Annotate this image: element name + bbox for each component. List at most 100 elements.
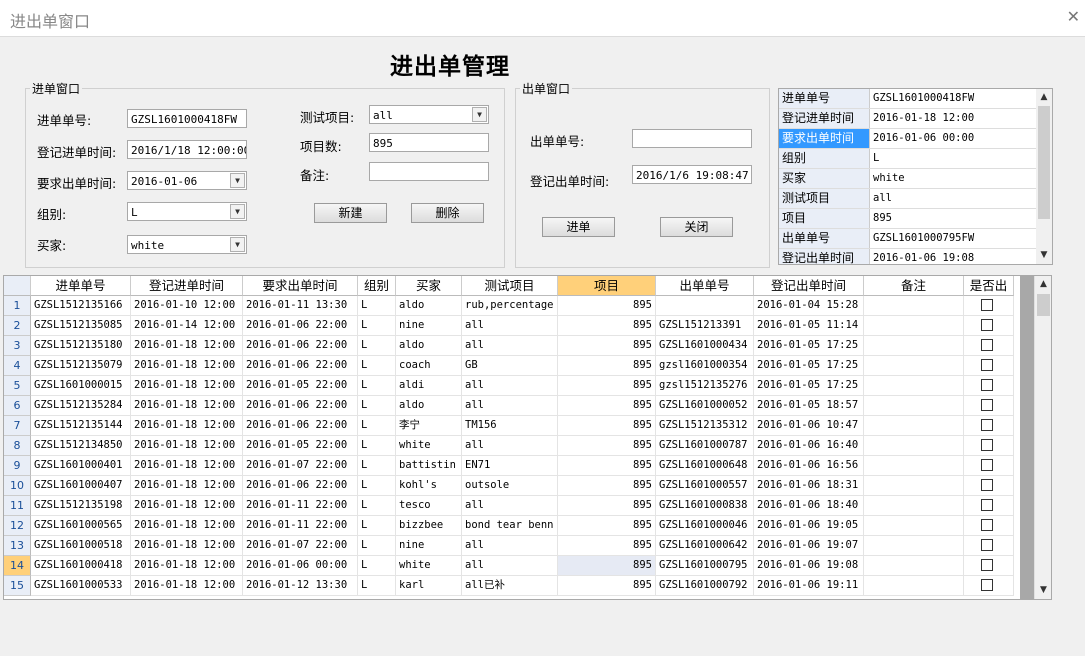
- table-cell[interactable]: gzsl1601000354: [656, 356, 754, 376]
- table-cell[interactable]: 2016-01-18 12:00: [131, 436, 243, 456]
- table-cell[interactable]: 2016-01-10 12:00: [131, 296, 243, 316]
- table-cell[interactable]: 2016-01-05 17:25: [754, 376, 864, 396]
- row-header[interactable]: 12: [4, 516, 31, 536]
- table-cell[interactable]: GZSL1601000418: [31, 556, 131, 576]
- table-cell[interactable]: [964, 496, 1014, 516]
- table-cell[interactable]: [964, 536, 1014, 556]
- reg-time-input[interactable]: 2016/1/18 12:00:00: [127, 140, 247, 159]
- table-cell[interactable]: GZSL1601000434: [656, 336, 754, 356]
- table-cell[interactable]: [964, 336, 1014, 356]
- chevron-down-icon[interactable]: ▼: [1036, 247, 1052, 264]
- table-cell[interactable]: 2016-01-18 12:00: [131, 576, 243, 596]
- table-cell[interactable]: L: [358, 376, 396, 396]
- table-cell[interactable]: GZSL1601000792: [656, 576, 754, 596]
- table-cell[interactable]: 2016-01-06 00:00: [243, 556, 358, 576]
- table-cell[interactable]: GZSL1512135284: [31, 396, 131, 416]
- column-header[interactable]: 组别: [358, 276, 396, 296]
- column-header[interactable]: 登记出单时间: [754, 276, 864, 296]
- order-no-input[interactable]: GZSL1601000418FW: [127, 109, 247, 128]
- row-header[interactable]: 10: [4, 476, 31, 496]
- table-cell[interactable]: L: [358, 496, 396, 516]
- shipped-checkbox[interactable]: [981, 579, 993, 591]
- table-cell[interactable]: 2016-01-14 12:00: [131, 316, 243, 336]
- property-row[interactable]: 要求出单时间 2016-01-06 00:00: [779, 129, 1037, 149]
- table-cell[interactable]: all: [462, 336, 558, 356]
- table-cell[interactable]: L: [358, 336, 396, 356]
- table-cell[interactable]: 895: [558, 496, 656, 516]
- table-cell[interactable]: [864, 296, 964, 316]
- table-cell[interactable]: GZSL1601000052: [656, 396, 754, 416]
- table-cell[interactable]: 2016-01-06 16:56: [754, 456, 864, 476]
- table-cell[interactable]: 2016-01-11 22:00: [243, 516, 358, 536]
- table-cell[interactable]: 895: [558, 336, 656, 356]
- table-cell[interactable]: [964, 356, 1014, 376]
- chevron-down-icon[interactable]: ▼: [230, 173, 245, 188]
- row-header[interactable]: 11: [4, 496, 31, 516]
- req-out-datepicker[interactable]: 2016-01-06 ▼: [127, 171, 247, 190]
- test-item-select[interactable]: all ▼: [369, 105, 489, 124]
- table-cell[interactable]: GZSL1512135198: [31, 496, 131, 516]
- item-count-input[interactable]: 895: [369, 133, 489, 152]
- table-cell[interactable]: 2016-01-06 22:00: [243, 356, 358, 376]
- table-cell[interactable]: 2016-01-06 22:00: [243, 396, 358, 416]
- table-cell[interactable]: 2016-01-06 10:47: [754, 416, 864, 436]
- table-cell[interactable]: 2016-01-06 22:00: [243, 476, 358, 496]
- table-cell[interactable]: 2016-01-07 22:00: [243, 456, 358, 476]
- table-cell[interactable]: 2016-01-06 18:40: [754, 496, 864, 516]
- table-cell[interactable]: 895: [558, 316, 656, 336]
- table-cell[interactable]: [864, 476, 964, 496]
- table-cell[interactable]: 2016-01-18 12:00: [131, 396, 243, 416]
- table-cell[interactable]: [964, 396, 1014, 416]
- table-cell[interactable]: white: [396, 436, 462, 456]
- table-cell[interactable]: [964, 416, 1014, 436]
- table-cell[interactable]: aldo: [396, 396, 462, 416]
- out-time-input[interactable]: 2016/1/6 19:08:47: [632, 165, 752, 184]
- table-cell[interactable]: 2016-01-18 12:00: [131, 416, 243, 436]
- row-header[interactable]: 9: [4, 456, 31, 476]
- table-cell[interactable]: L: [358, 316, 396, 336]
- column-header[interactable]: 进单单号: [31, 276, 131, 296]
- table-cell[interactable]: L: [358, 436, 396, 456]
- table-cell[interactable]: L: [358, 476, 396, 496]
- table-cell[interactable]: 2016-01-06 19:11: [754, 576, 864, 596]
- row-header[interactable]: 2: [4, 316, 31, 336]
- table-cell[interactable]: L: [358, 396, 396, 416]
- table-cell[interactable]: [964, 556, 1014, 576]
- shipped-checkbox[interactable]: [981, 359, 993, 371]
- table-cell[interactable]: GZSL1601000557: [656, 476, 754, 496]
- table-cell[interactable]: GZSL1601000401: [31, 456, 131, 476]
- table-cell[interactable]: 2016-01-06 19:07: [754, 536, 864, 556]
- table-cell[interactable]: 2016-01-06 22:00: [243, 416, 358, 436]
- row-header[interactable]: 14: [4, 556, 31, 576]
- table-cell[interactable]: 2016-01-18 12:00: [131, 536, 243, 556]
- table-cell[interactable]: all: [462, 376, 558, 396]
- table-cell[interactable]: GZSL1601000518: [31, 536, 131, 556]
- grid-scrollbar[interactable]: ▲ ▼: [1034, 276, 1051, 599]
- table-cell[interactable]: kohl's: [396, 476, 462, 496]
- table-cell[interactable]: all: [462, 556, 558, 576]
- table-cell[interactable]: GZSL1601000407: [31, 476, 131, 496]
- chevron-down-icon[interactable]: ▼: [230, 237, 245, 252]
- property-row[interactable]: 出单单号 GZSL1601000795FW: [779, 229, 1037, 249]
- shipped-checkbox[interactable]: [981, 439, 993, 451]
- table-cell[interactable]: 2016-01-18 12:00: [131, 496, 243, 516]
- table-cell[interactable]: 895: [558, 356, 656, 376]
- table-cell[interactable]: 2016-01-05 22:00: [243, 436, 358, 456]
- table-cell[interactable]: [864, 456, 964, 476]
- note-input[interactable]: [369, 162, 489, 181]
- column-header[interactable]: 登记进单时间: [131, 276, 243, 296]
- shipped-checkbox[interactable]: [981, 459, 993, 471]
- table-cell[interactable]: 2016-01-05 22:00: [243, 376, 358, 396]
- property-row[interactable]: 买家 white: [779, 169, 1037, 189]
- table-cell[interactable]: [864, 556, 964, 576]
- table-cell[interactable]: 2016-01-06 22:00: [243, 316, 358, 336]
- table-cell[interactable]: all: [462, 396, 558, 416]
- table-cell[interactable]: [964, 516, 1014, 536]
- table-cell[interactable]: L: [358, 516, 396, 536]
- scroll-thumb[interactable]: [1037, 294, 1050, 316]
- scroll-thumb[interactable]: [1038, 106, 1050, 219]
- table-cell[interactable]: [964, 436, 1014, 456]
- shipped-checkbox[interactable]: [981, 539, 993, 551]
- table-cell[interactable]: GZSL1512135180: [31, 336, 131, 356]
- table-cell[interactable]: outsole: [462, 476, 558, 496]
